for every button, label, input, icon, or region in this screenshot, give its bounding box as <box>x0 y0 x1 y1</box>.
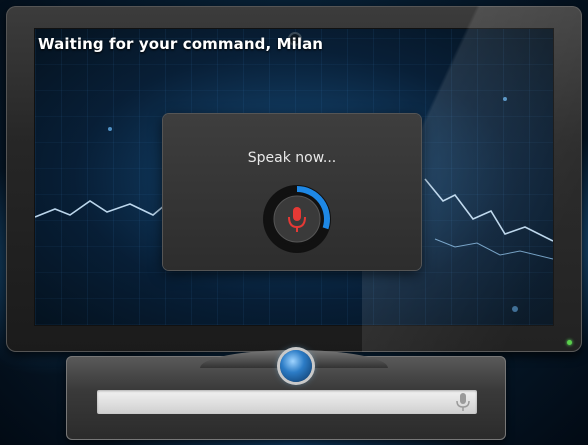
listening-indicator[interactable] <box>260 182 334 256</box>
microphone-icon[interactable] <box>456 393 470 411</box>
globe-logo-icon[interactable] <box>280 350 312 382</box>
speak-now-prompt: Speak now... <box>247 150 337 166</box>
voice-input-dialog: Speak now... <box>163 114 421 270</box>
power-led <box>567 340 572 345</box>
assistant-status: Waiting for your command, Milan <box>38 35 324 53</box>
search-input[interactable] <box>97 390 477 414</box>
